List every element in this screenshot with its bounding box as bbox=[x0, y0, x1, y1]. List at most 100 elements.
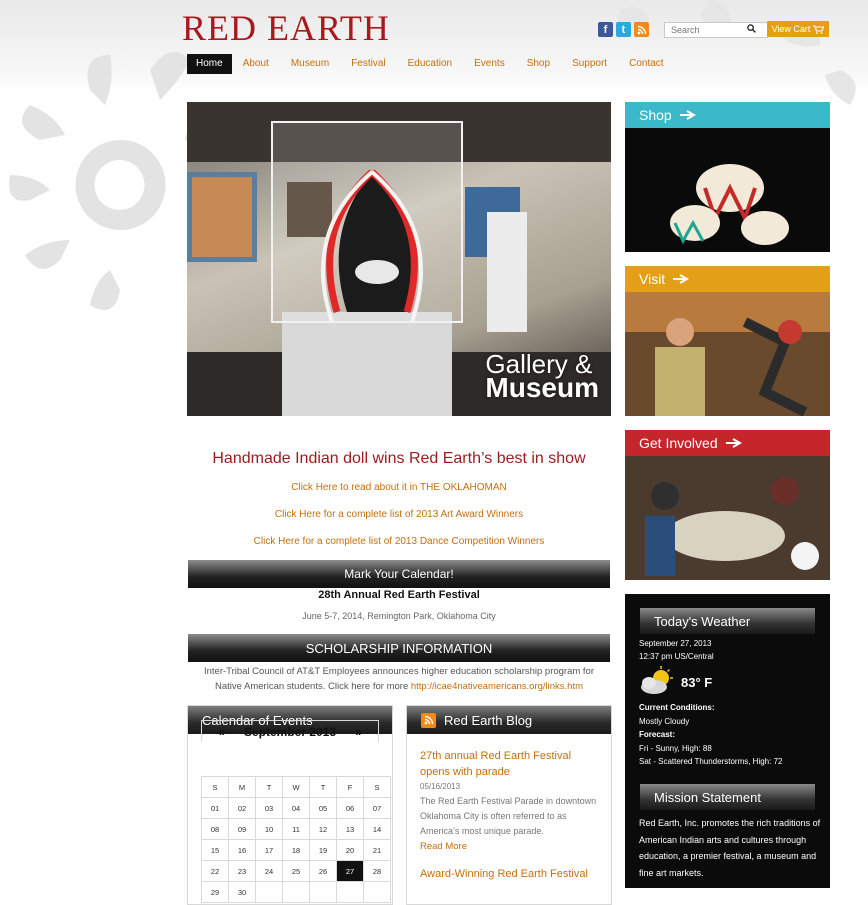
forecast-item: Fri - Sunny, High: 88 bbox=[639, 743, 712, 753]
calendar-of-events-box: Calendar of Events « September 2013 » S … bbox=[187, 705, 393, 905]
calendar-day[interactable]: 06 bbox=[336, 797, 364, 819]
calendar-day[interactable]: 05 bbox=[309, 797, 337, 819]
shop-panel-label: Shop bbox=[639, 107, 672, 123]
hero-caption: Gallery & Museum bbox=[485, 351, 599, 402]
view-cart-label: View Cart bbox=[771, 24, 811, 34]
calendar-day[interactable]: 11 bbox=[282, 818, 310, 840]
calendar-day[interactable]: 07 bbox=[363, 797, 391, 819]
arrow-right-icon bbox=[679, 110, 696, 120]
calendar-week-row: 08 09 10 11 12 13 14 bbox=[201, 818, 391, 840]
festival-title: 28th Annual Red Earth Festival bbox=[318, 589, 480, 601]
weekday-label: F bbox=[336, 776, 364, 798]
calendar-day[interactable]: 26 bbox=[309, 860, 337, 882]
calendar-day[interactable]: 22 bbox=[201, 860, 229, 882]
nav-item-education[interactable]: Education bbox=[397, 54, 463, 74]
get-involved-photo bbox=[625, 456, 830, 580]
nav-item-home[interactable]: Home bbox=[187, 54, 232, 74]
nav-item-shop[interactable]: Shop bbox=[516, 54, 561, 74]
weekday-label: S bbox=[201, 776, 229, 798]
calendar-day bbox=[363, 881, 391, 903]
get-involved-panel-label: Get Involved bbox=[639, 435, 718, 451]
calendar-day[interactable]: 24 bbox=[255, 860, 283, 882]
blog-post-title[interactable]: 27th annual Red Earth Festival opens wit… bbox=[420, 748, 597, 780]
mission-text: Red Earth, Inc. promotes the rich tradit… bbox=[639, 818, 821, 878]
calendar-day[interactable]: 28 bbox=[363, 860, 391, 882]
calendar-day[interactable]: 18 bbox=[282, 839, 310, 861]
weekday-label: S bbox=[363, 776, 391, 798]
dance-winners-link[interactable]: Click Here for a complete list of 2013 D… bbox=[187, 536, 611, 547]
rss-icon[interactable] bbox=[421, 712, 436, 728]
rss-icon[interactable] bbox=[634, 22, 649, 37]
facebook-icon[interactable]: f bbox=[598, 22, 613, 37]
calendar-prev-button[interactable]: « bbox=[218, 725, 225, 739]
calendar-day[interactable]: 13 bbox=[336, 818, 364, 840]
search-icon[interactable] bbox=[747, 24, 756, 36]
calendar-day[interactable]: 20 bbox=[336, 839, 364, 861]
calendar-day[interactable]: 21 bbox=[363, 839, 391, 861]
calendar-day-today[interactable]: 27 bbox=[336, 860, 364, 882]
weather-time: 12:37 pm US/Central bbox=[639, 652, 714, 661]
blog-header: Red Earth Blog bbox=[407, 706, 611, 734]
shop-panel[interactable]: Shop bbox=[625, 102, 830, 252]
visit-panel-header[interactable]: Visit bbox=[625, 266, 830, 292]
shop-panel-header[interactable]: Shop bbox=[625, 102, 830, 128]
blog-post-title[interactable]: Award-Winning Red Earth Festival bbox=[420, 866, 597, 882]
weekday-label: T bbox=[309, 776, 337, 798]
read-more-link[interactable]: Read More bbox=[420, 841, 597, 852]
get-involved-panel[interactable]: Get Involved bbox=[625, 430, 830, 580]
calendar-day[interactable]: 15 bbox=[201, 839, 229, 861]
calendar-week-row: 01 02 03 04 05 06 07 bbox=[201, 797, 391, 819]
calendar-day[interactable]: 23 bbox=[228, 860, 256, 882]
calendar-day bbox=[309, 881, 337, 903]
arrow-right-icon bbox=[673, 274, 690, 284]
calendar-day[interactable]: 01 bbox=[201, 797, 229, 819]
calendar-day[interactable]: 10 bbox=[255, 818, 283, 840]
nav-item-support[interactable]: Support bbox=[561, 54, 618, 74]
forecast-item: Sat - Scattered Thunderstorms, High: 72 bbox=[639, 757, 783, 766]
oklahoman-link[interactable]: Click Here to read about it in THE OKLAH… bbox=[187, 482, 611, 493]
calendar-week-row: 15 16 17 18 19 20 21 bbox=[201, 839, 391, 861]
calendar-day[interactable]: 08 bbox=[201, 818, 229, 840]
calendar-day[interactable]: 14 bbox=[363, 818, 391, 840]
nav-item-contact[interactable]: Contact bbox=[618, 54, 674, 74]
hero-slide[interactable]: Gallery & Museum bbox=[187, 102, 611, 416]
calendar-day[interactable]: 25 bbox=[282, 860, 310, 882]
main-nav: Home About Museum Festival Education Eve… bbox=[187, 54, 675, 74]
visit-photo bbox=[625, 292, 830, 416]
conditions-label: Current Conditions: bbox=[639, 703, 715, 712]
calendar-day[interactable]: 29 bbox=[201, 881, 229, 903]
mission-header: Mission Statement bbox=[640, 784, 815, 810]
mark-calendar-bar: Mark Your Calendar! bbox=[188, 560, 610, 588]
calendar-day[interactable]: 30 bbox=[228, 881, 256, 903]
mission-title: Mission Statement bbox=[654, 789, 761, 805]
calendar-day[interactable]: 04 bbox=[282, 797, 310, 819]
calendar-day[interactable]: 17 bbox=[255, 839, 283, 861]
view-cart-button[interactable]: View Cart bbox=[767, 21, 829, 37]
nav-item-festival[interactable]: Festival bbox=[340, 54, 396, 74]
calendar-day[interactable]: 19 bbox=[309, 839, 337, 861]
nav-item-about[interactable]: About bbox=[232, 54, 280, 74]
calendar-day[interactable]: 09 bbox=[228, 818, 256, 840]
nav-item-events[interactable]: Events bbox=[463, 54, 516, 74]
blog-box: Red Earth Blog 27th annual Red Earth Fes… bbox=[406, 705, 612, 905]
visit-panel-label: Visit bbox=[639, 271, 666, 287]
art-award-winners-link[interactable]: Click Here for a complete list of 2013 A… bbox=[187, 509, 611, 520]
nav-item-museum[interactable]: Museum bbox=[280, 54, 340, 74]
weekday-label: M bbox=[228, 776, 256, 798]
calendar-week-row: 22 23 24 25 26 27 28 bbox=[201, 860, 391, 882]
partly-cloudy-icon bbox=[641, 666, 673, 694]
visit-panel[interactable]: Visit bbox=[625, 266, 830, 416]
calendar-day[interactable]: 02 bbox=[228, 797, 256, 819]
scholarship-link[interactable]: http://icae4nativeamericans.org/links.ht… bbox=[411, 681, 583, 692]
calendar-day[interactable]: 03 bbox=[255, 797, 283, 819]
search-input[interactable] bbox=[671, 25, 741, 35]
calendar-day[interactable]: 16 bbox=[228, 839, 256, 861]
arrow-right-icon bbox=[725, 438, 742, 448]
calendar-month-nav: « September 2013 » bbox=[201, 720, 379, 742]
news-headline[interactable]: Handmade Indian doll wins Red Earth’s be… bbox=[187, 450, 611, 468]
get-involved-panel-header[interactable]: Get Involved bbox=[625, 430, 830, 456]
calendar-day[interactable]: 12 bbox=[309, 818, 337, 840]
calendar-next-button[interactable]: » bbox=[355, 725, 362, 739]
site-logo[interactable]: RED EARTH bbox=[182, 8, 390, 48]
twitter-icon[interactable]: t bbox=[616, 22, 631, 37]
